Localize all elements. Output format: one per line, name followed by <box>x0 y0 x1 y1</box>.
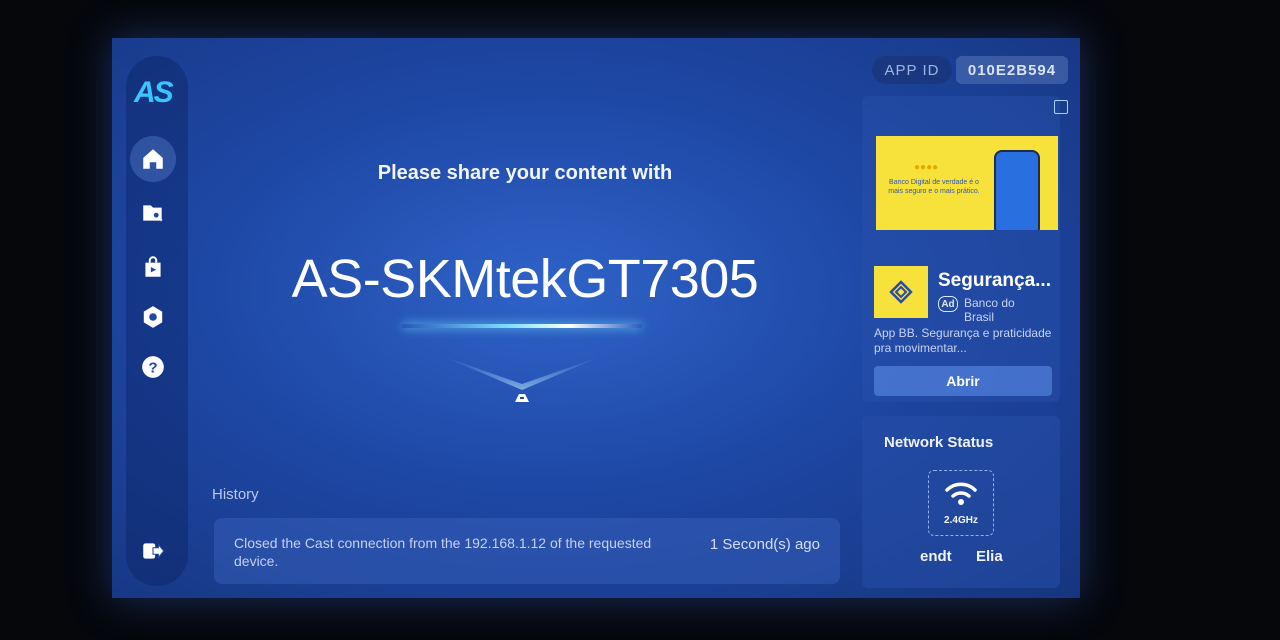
sidebar-item-home[interactable] <box>130 136 176 182</box>
ad-description: App BB. Segurança e praticidade pra movi… <box>874 326 1052 355</box>
sidebar-item-settings[interactable] <box>130 294 176 340</box>
folder-search-icon <box>143 205 163 222</box>
wifi-band-tile[interactable]: 2.4GHz <box>928 470 994 536</box>
svg-text:?: ? <box>148 359 157 376</box>
ad-choices-icon[interactable] <box>1054 100 1068 114</box>
shopping-bag-play-icon <box>145 256 161 277</box>
app-id-label: APP ID <box>872 56 952 84</box>
home-icon <box>143 149 163 169</box>
sidebar-item-media-store[interactable] <box>130 244 176 290</box>
ad-open-button[interactable]: Abrir <box>874 366 1052 396</box>
sidebar-item-exit[interactable] <box>130 528 176 574</box>
sidebar-item-file-browser[interactable] <box>130 190 176 236</box>
ad-title[interactable]: Segurança... <box>938 270 1060 292</box>
history-entry-time: 1 Second(s) ago <box>709 536 820 553</box>
history-label: History <box>212 486 259 503</box>
network-ssid-part: endt <box>920 548 952 565</box>
ad-badge: Ad <box>938 296 958 312</box>
network-ssid-part: Elia <box>976 548 1003 565</box>
tv-screen: AS ? Please share your content with AS-S… <box>112 38 1080 598</box>
question-icon: ? <box>142 356 164 378</box>
history-entry[interactable]: Closed the Cast connection from the 192.… <box>214 518 840 584</box>
exit-icon <box>143 543 165 559</box>
phone-icon <box>994 150 1040 230</box>
glow-divider <box>402 324 642 328</box>
device-name: AS-SKMtekGT7305 <box>291 249 759 309</box>
wifi-band-label: 2.4GHz <box>944 515 978 526</box>
ad-advertiser: Banco do Brasil <box>964 296 1015 324</box>
wifi-icon <box>945 482 977 505</box>
cast-beam-icon <box>442 356 602 402</box>
history-entry-text: Closed the Cast connection from the 192.… <box>234 535 652 569</box>
banco-do-brasil-logo-icon <box>889 280 913 304</box>
sidebar-item-help[interactable]: ? <box>130 344 176 390</box>
gear-icon <box>143 306 163 328</box>
ad-banner-image[interactable]: ●●●● Banco Digital de verdade é o mais s… <box>876 136 1058 230</box>
app-id-value: 010E2B594 <box>956 56 1068 84</box>
app-logo: AS <box>134 76 174 109</box>
coins-icon: ●●●● <box>914 162 939 173</box>
advertiser-logo <box>874 266 928 318</box>
share-prompt: Please share your content with <box>377 162 673 184</box>
network-status-title: Network Status <box>884 434 994 451</box>
ad-banner-text: Banco Digital de verdade é o mais seguro… <box>888 179 980 195</box>
